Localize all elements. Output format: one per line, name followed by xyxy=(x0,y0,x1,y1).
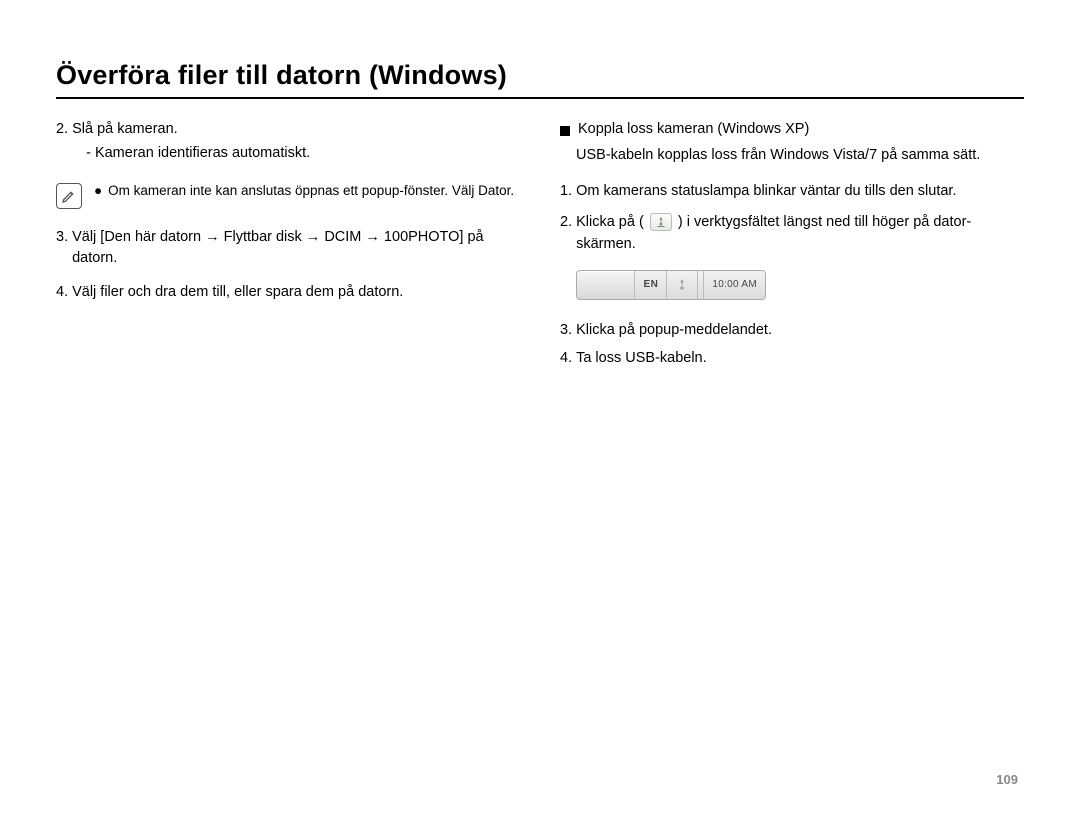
r-step-4: 4. Ta loss USB-kabeln. xyxy=(560,348,1024,370)
tray-remove-icon xyxy=(666,271,697,299)
taskbar-tray: EN 10:00 AM xyxy=(576,270,766,300)
step-2: 2. Slå på kameran. - Kameran identifiera… xyxy=(56,119,520,165)
step-text: Välj filer och dra dem till, eller spara… xyxy=(72,282,520,304)
manual-page: Överföra filer till datorn (Windows) 2. … xyxy=(0,0,1080,815)
square-bullet-icon xyxy=(560,126,570,136)
step-text: Slå på kameran. xyxy=(72,121,178,137)
step-number: 4. xyxy=(56,282,68,304)
tray-language: EN xyxy=(634,271,666,299)
safely-remove-icon xyxy=(650,213,672,231)
step-number: 4. xyxy=(560,348,572,370)
r-step-2: 2. Klicka på ( ) i verktygsfältet längst… xyxy=(560,212,1024,256)
right-column: Koppla loss kameran (Windows XP) USB-kab… xyxy=(560,119,1024,375)
left-column: 2. Slå på kameran. - Kameran identifiera… xyxy=(56,119,520,375)
step-text: Ta loss USB-kabeln. xyxy=(576,348,1024,370)
note-box: ● Om kameran inte kan anslutas öppnas et… xyxy=(56,181,520,209)
heading-sub: USB-kabeln kopplas loss från Windows Vis… xyxy=(576,145,1024,167)
step-text: Klicka på popup-meddelandet. xyxy=(576,320,1024,342)
r-step-1: 1. Om kamerans statuslampa blinkar vänta… xyxy=(560,181,1024,203)
step-3: 3. Välj [Den här datorn → Flyttbar disk … xyxy=(56,227,520,271)
step-body: Slå på kameran. - Kameran identifieras a… xyxy=(72,119,520,165)
two-column-layout: 2. Slå på kameran. - Kameran identifiera… xyxy=(56,119,1024,375)
step-number: 3. xyxy=(560,320,572,342)
step-sub: - Kameran identifieras automatiskt. xyxy=(86,143,520,165)
step-4: 4. Välj filer och dra dem till, eller sp… xyxy=(56,282,520,304)
bullet-icon: ● xyxy=(94,181,102,201)
page-number: 109 xyxy=(996,772,1018,787)
subsection-heading: Koppla loss kameran (Windows XP) xyxy=(560,119,1024,141)
note-content: ● Om kameran inte kan anslutas öppnas et… xyxy=(92,181,514,201)
step-number: 2. xyxy=(560,212,572,256)
page-title: Överföra filer till datorn (Windows) xyxy=(56,60,1024,99)
pencil-note-icon xyxy=(56,183,82,209)
tray-spacer xyxy=(577,271,634,299)
note-text: Om kameran inte kan anslutas öppnas ett … xyxy=(108,181,514,201)
heading-text: Koppla loss kameran (Windows XP) xyxy=(578,119,809,141)
step-body: Klicka på ( ) i verktygsfältet längst ne… xyxy=(576,212,1024,256)
r-step-3: 3. Klicka på popup-meddelandet. xyxy=(560,320,1024,342)
step-text: Välj [Den här datorn → Flyttbar disk → D… xyxy=(72,227,520,271)
step-text-pre: Klicka på ( xyxy=(576,214,644,230)
tray-clock: 10:00 AM xyxy=(703,271,765,299)
step-number: 3. xyxy=(56,227,68,271)
step-text: Om kamerans statuslampa blinkar väntar d… xyxy=(576,181,1024,203)
step-number: 2. xyxy=(56,119,68,165)
step-number: 1. xyxy=(560,181,572,203)
